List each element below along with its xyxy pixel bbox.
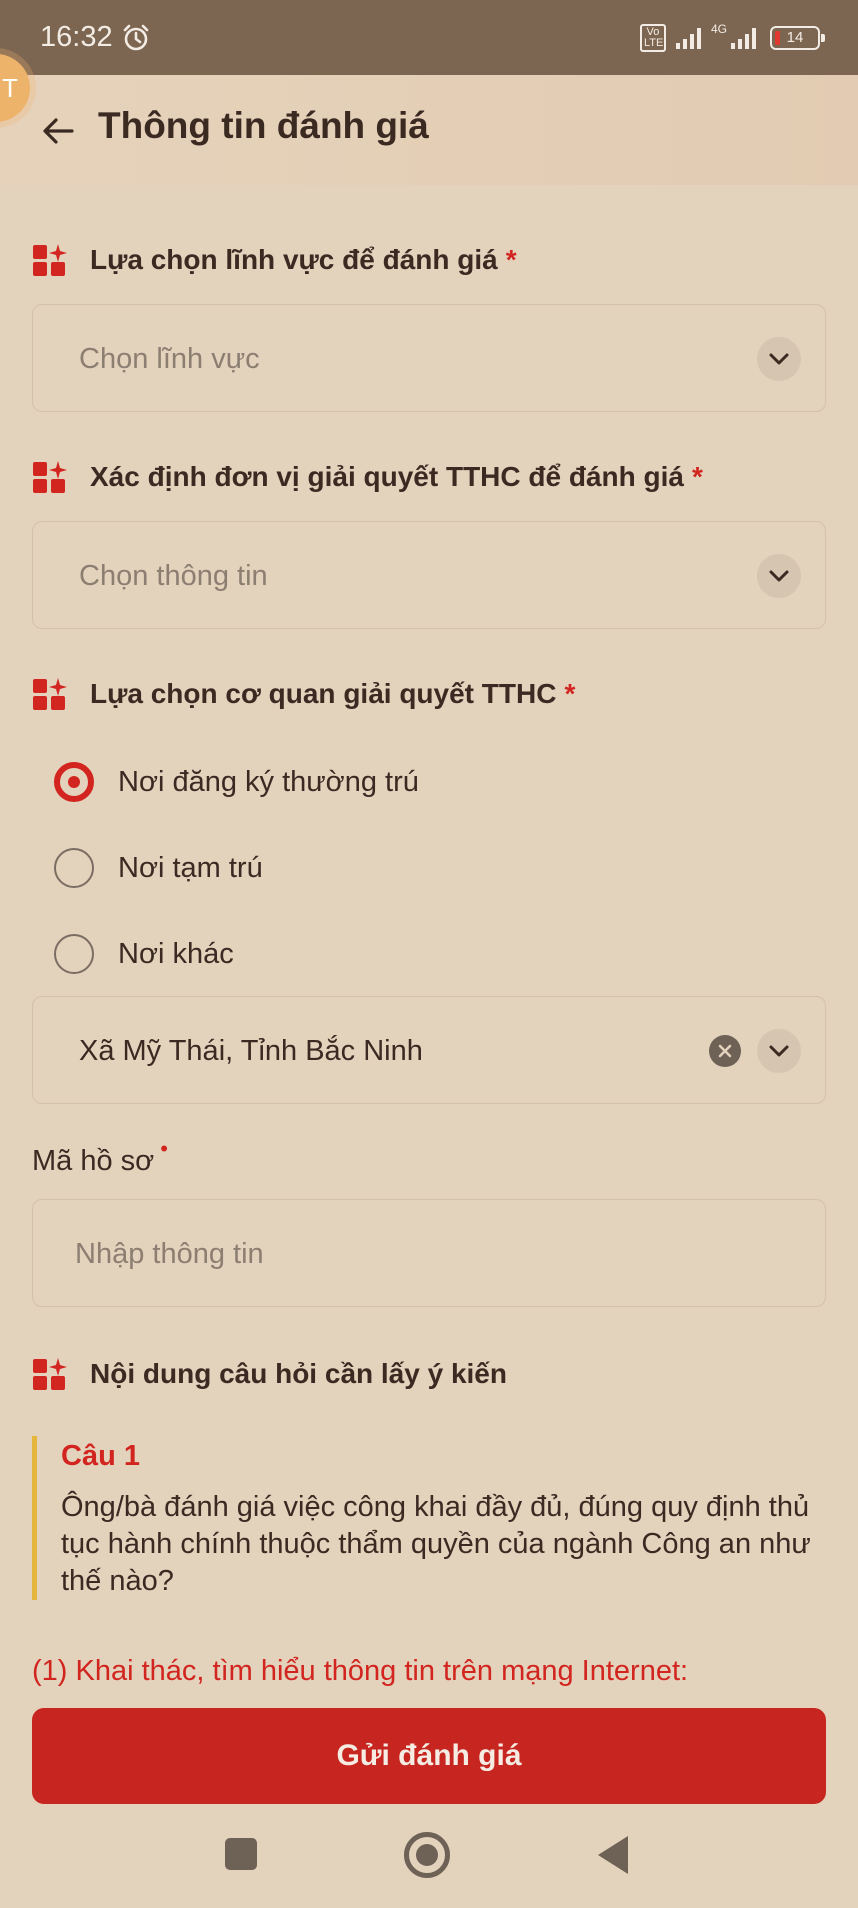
battery-icon: 14 (770, 25, 825, 50)
required-mark: * (505, 244, 517, 275)
unit-select-placeholder: Chọn thông tin (79, 560, 268, 592)
answer-option-heading: (1) Khai thác, tìm hiểu thông tin trên m… (32, 1655, 689, 1687)
radio-button-checked[interactable] (54, 762, 94, 802)
required-dot: • (160, 1136, 168, 1161)
volte-badge: Vo LTE (639, 23, 666, 52)
arrow-left-icon[interactable] (38, 111, 78, 151)
status-bar: 16:32 Vo LTE 4G 14 (0, 0, 858, 75)
location-select-value: Xã Mỹ Thái, Tỉnh Bắc Ninh (79, 1035, 423, 1067)
question-card: Câu 1 Ông/bà đánh giá việc công khai đầy… (32, 1436, 812, 1600)
required-mark: * (564, 678, 576, 709)
field-select-placeholder: Chọn lĩnh vực (79, 343, 260, 375)
section-field-title: Lựa chọn lĩnh vực để đánh giá * (32, 242, 517, 278)
radio-temporary-residence[interactable]: Nơi tạm trú (54, 848, 263, 888)
grid-sparkle-icon (33, 678, 67, 710)
radio-label: Nơi tạm trú (118, 851, 263, 884)
status-right: Vo LTE 4G 14 (639, 21, 825, 52)
system-nav-bar (0, 1810, 858, 1908)
square-recents-icon[interactable] (225, 1838, 257, 1870)
section-unit-label: Xác định đơn vị giải quyết TTHC để đánh … (90, 461, 684, 492)
signal-bars-icon (675, 27, 701, 49)
record-code-label-wrap: Mã hồ sơ • (32, 1136, 168, 1178)
radio-label: Nơi khác (118, 937, 234, 970)
unit-select[interactable]: Chọn thông tin (32, 521, 826, 629)
network-type: 4G (710, 21, 727, 36)
record-code-label: Mã hồ sơ (32, 1145, 155, 1177)
chevron-down-icon[interactable] (757, 337, 801, 381)
bubble-text: T (2, 72, 18, 103)
location-select[interactable]: Xã Mỹ Thái, Tỉnh Bắc Ninh (32, 996, 826, 1104)
radio-permanent-residence[interactable]: Nơi đăng ký thường trú (54, 762, 419, 802)
clear-icon[interactable] (709, 1035, 741, 1067)
section-field-label: Lựa chọn lĩnh vực để đánh giá (90, 244, 498, 275)
triangle-back-icon[interactable] (598, 1836, 628, 1874)
field-select[interactable]: Chọn lĩnh vực (32, 304, 826, 412)
grid-sparkle-icon (33, 244, 67, 276)
radio-label: Nơi đăng ký thường trú (118, 765, 419, 798)
section-questions-label: Nội dung câu hỏi cần lấy ý kiến (90, 1358, 507, 1389)
section-questions-title: Nội dung câu hỏi cần lấy ý kiến (32, 1356, 507, 1392)
circle-home-icon[interactable] (404, 1832, 450, 1878)
radio-other-place[interactable]: Nơi khác (54, 934, 234, 974)
required-mark: * (691, 461, 703, 492)
record-code-field[interactable] (32, 1199, 826, 1307)
section-agency-label: Lựa chọn cơ quan giải quyết TTHC (90, 678, 557, 709)
alarm-clock-icon (123, 24, 148, 50)
chevron-down-icon[interactable] (757, 1029, 801, 1073)
status-left: 16:32 (40, 21, 151, 54)
grid-sparkle-icon (33, 461, 67, 493)
submit-rating-button[interactable]: Gửi đánh giá (32, 1708, 826, 1804)
section-unit-title: Xác định đơn vị giải quyết TTHC để đánh … (32, 459, 703, 495)
section-agency-title: Lựa chọn cơ quan giải quyết TTHC * (32, 676, 575, 712)
app-header: Thông tin đánh giá (0, 75, 858, 185)
radio-button[interactable] (54, 934, 94, 974)
grid-sparkle-icon (33, 1358, 67, 1390)
question-text: Ông/bà đánh giá việc công khai đầy đủ, đ… (61, 1491, 811, 1597)
chevron-down-icon[interactable] (757, 554, 801, 598)
record-code-input[interactable] (75, 1236, 775, 1272)
radio-button[interactable] (54, 848, 94, 888)
question-number: Câu 1 (61, 1440, 140, 1472)
status-time: 16:32 (40, 21, 113, 53)
battery-level: 14 (786, 29, 804, 46)
page-title: Thông tin đánh giá (98, 105, 429, 146)
signal-bars-4g-icon (731, 27, 756, 49)
